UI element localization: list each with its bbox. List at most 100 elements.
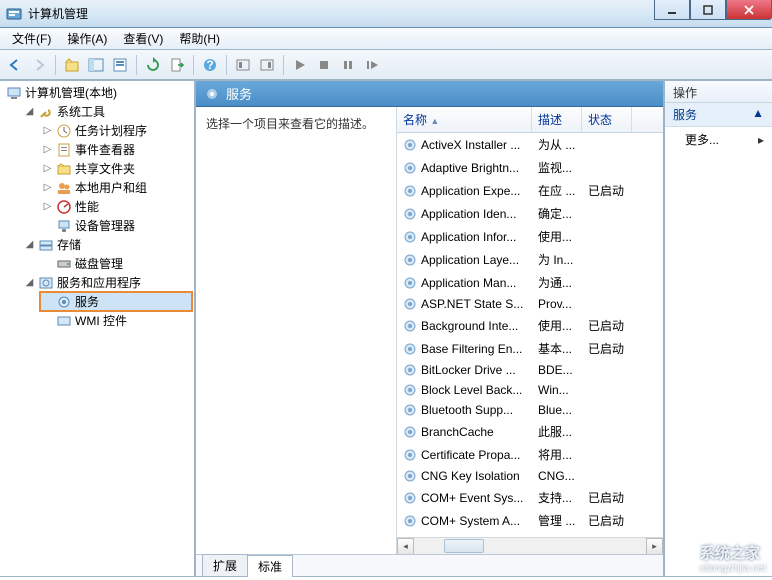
center-header: 服务 (196, 81, 663, 107)
gear-icon (403, 184, 417, 198)
service-row[interactable]: Bluetooth Supp...Blue... (397, 400, 663, 420)
tree-services-apps[interactable]: ◢ 服务和应用程序 (22, 273, 192, 292)
refresh-button[interactable] (142, 54, 164, 76)
expand-icon[interactable]: ▷ (42, 201, 53, 212)
stop-service-button[interactable] (313, 54, 335, 76)
tree-event-viewer[interactable]: ▷ 事件查看器 (40, 140, 192, 159)
tab-extended[interactable]: 扩展 (202, 554, 248, 576)
watermark-text: 系统之家 (700, 542, 766, 563)
service-row[interactable]: Adaptive Brightn...监视... (397, 156, 663, 179)
restart-service-button[interactable] (361, 54, 383, 76)
col-status[interactable]: 状态 (582, 107, 632, 132)
service-row[interactable]: ActiveX Installer ...为从 ... (397, 133, 663, 156)
close-button[interactable] (726, 0, 772, 20)
service-row[interactable]: CNG Key IsolationCNG... (397, 466, 663, 486)
service-status (582, 389, 632, 391)
scroll-left-button[interactable]: ◂ (397, 538, 414, 554)
tree-event-viewer-label: 事件查看器 (75, 141, 135, 158)
expand-icon[interactable]: ▷ (42, 182, 53, 193)
service-name: BranchCache (421, 425, 494, 439)
tree-task-scheduler[interactable]: ▷ 任务计划程序 (40, 121, 192, 140)
description-pane: 选择一个项目来查看它的描述。 (196, 107, 396, 554)
disk-icon (56, 256, 72, 272)
service-desc: 基本... (532, 339, 582, 358)
menu-file[interactable]: 文件(F) (4, 28, 59, 49)
service-row[interactable]: Application Iden...确定... (397, 202, 663, 225)
tree-storage[interactable]: ◢ 存储 (22, 235, 192, 254)
col-desc[interactable]: 描述 (532, 107, 582, 132)
service-row[interactable]: ASP.NET State S...Prov... (397, 294, 663, 314)
service-desc: 此服... (532, 422, 582, 441)
toolbar-btn-extra2[interactable] (256, 54, 278, 76)
service-desc: 管理 ... (532, 511, 582, 530)
tree-services[interactable]: ▷服务 (40, 292, 192, 311)
service-status (582, 431, 632, 433)
service-row[interactable]: Block Level Back...Win... (397, 380, 663, 400)
tree-disk-mgmt[interactable]: ▷磁盘管理 (40, 254, 192, 273)
expand-icon[interactable]: ▷ (42, 163, 53, 174)
tree-device-manager-label: 设备管理器 (75, 217, 135, 234)
actions-group-label: 服务 (673, 106, 697, 123)
tree-wmi[interactable]: ▷WMI 控件 (40, 311, 192, 330)
service-row[interactable]: BitLocker Drive ...BDE... (397, 360, 663, 380)
service-row[interactable]: COM+ Event Sys...支持...已启动 (397, 486, 663, 509)
collapse-icon[interactable]: ◢ (24, 277, 35, 288)
gear-icon (403, 319, 417, 333)
service-row[interactable]: Certificate Propa...将用... (397, 443, 663, 466)
tree-system-tools[interactable]: ◢ 系统工具 (22, 102, 192, 121)
gear-icon (403, 514, 417, 528)
service-row[interactable]: Application Man...为通... (397, 271, 663, 294)
service-desc: 支持... (532, 488, 582, 507)
service-row[interactable]: Background Inte...使用...已启动 (397, 314, 663, 337)
perf-icon (56, 199, 72, 215)
minimize-button[interactable] (654, 0, 690, 20)
tree-local-users[interactable]: ▷本地用户和组 (40, 178, 192, 197)
list-rows[interactable]: ActiveX Installer ...为从 ...Adaptive Brig… (397, 133, 663, 537)
scroll-right-button[interactable]: ▸ (646, 538, 663, 554)
actions-group-header[interactable]: 服务 ▲ (665, 103, 772, 127)
col-name-label: 名称 (403, 113, 427, 127)
maximize-button[interactable] (690, 0, 726, 20)
service-row[interactable]: Application Expe...在应 ...已启动 (397, 179, 663, 202)
show-hide-tree-button[interactable] (85, 54, 107, 76)
forward-button[interactable] (28, 54, 50, 76)
tree-root[interactable]: 计算机管理(本地) (4, 83, 192, 102)
expand-icon[interactable]: ▷ (42, 144, 53, 155)
collapse-icon[interactable]: ◢ (24, 106, 35, 117)
gear-icon (403, 161, 417, 175)
pause-service-button[interactable] (337, 54, 359, 76)
back-button[interactable] (4, 54, 26, 76)
toolbar: ? (0, 50, 772, 80)
horizontal-scrollbar[interactable]: ◂ ▸ (397, 537, 663, 554)
menu-help[interactable]: 帮助(H) (171, 28, 228, 49)
center-body: 选择一个项目来查看它的描述。 名称 ▲ 描述 状态 ActiveX Instal… (196, 107, 663, 554)
properties-button[interactable] (109, 54, 131, 76)
export-button[interactable] (166, 54, 188, 76)
service-desc: 确定... (532, 204, 582, 223)
service-name: Application Expe... (421, 184, 520, 198)
expand-icon[interactable]: ▷ (42, 125, 53, 136)
scroll-thumb[interactable] (444, 539, 484, 553)
up-button[interactable] (61, 54, 83, 76)
collapse-icon[interactable]: ◢ (24, 239, 35, 250)
service-row[interactable]: Base Filtering En...基本...已启动 (397, 337, 663, 360)
tree-task-scheduler-label: 任务计划程序 (75, 122, 147, 139)
tree-storage-label: 存储 (57, 236, 81, 253)
service-desc: 将用... (532, 445, 582, 464)
service-row[interactable]: BranchCache 此服... (397, 420, 663, 443)
help-button[interactable]: ? (199, 54, 221, 76)
tab-standard[interactable]: 标准 (247, 555, 293, 577)
start-service-button[interactable] (289, 54, 311, 76)
menu-action[interactable]: 操作(A) (59, 28, 115, 49)
menu-view[interactable]: 查看(V) (115, 28, 171, 49)
tree-shared-folders[interactable]: ▷共享文件夹 (40, 159, 192, 178)
service-row[interactable]: Application Laye...为 In... (397, 248, 663, 271)
col-name[interactable]: 名称 ▲ (397, 107, 532, 132)
service-row[interactable]: Application Infor...使用... (397, 225, 663, 248)
tree-performance[interactable]: ▷性能 (40, 197, 192, 216)
service-name: Background Inte... (421, 319, 518, 333)
toolbar-btn-extra1[interactable] (232, 54, 254, 76)
service-row[interactable]: COM+ System A...管理 ...已启动 (397, 509, 663, 532)
tree-device-manager[interactable]: ▷设备管理器 (40, 216, 192, 235)
actions-more[interactable]: 更多... ▸ (665, 127, 772, 152)
